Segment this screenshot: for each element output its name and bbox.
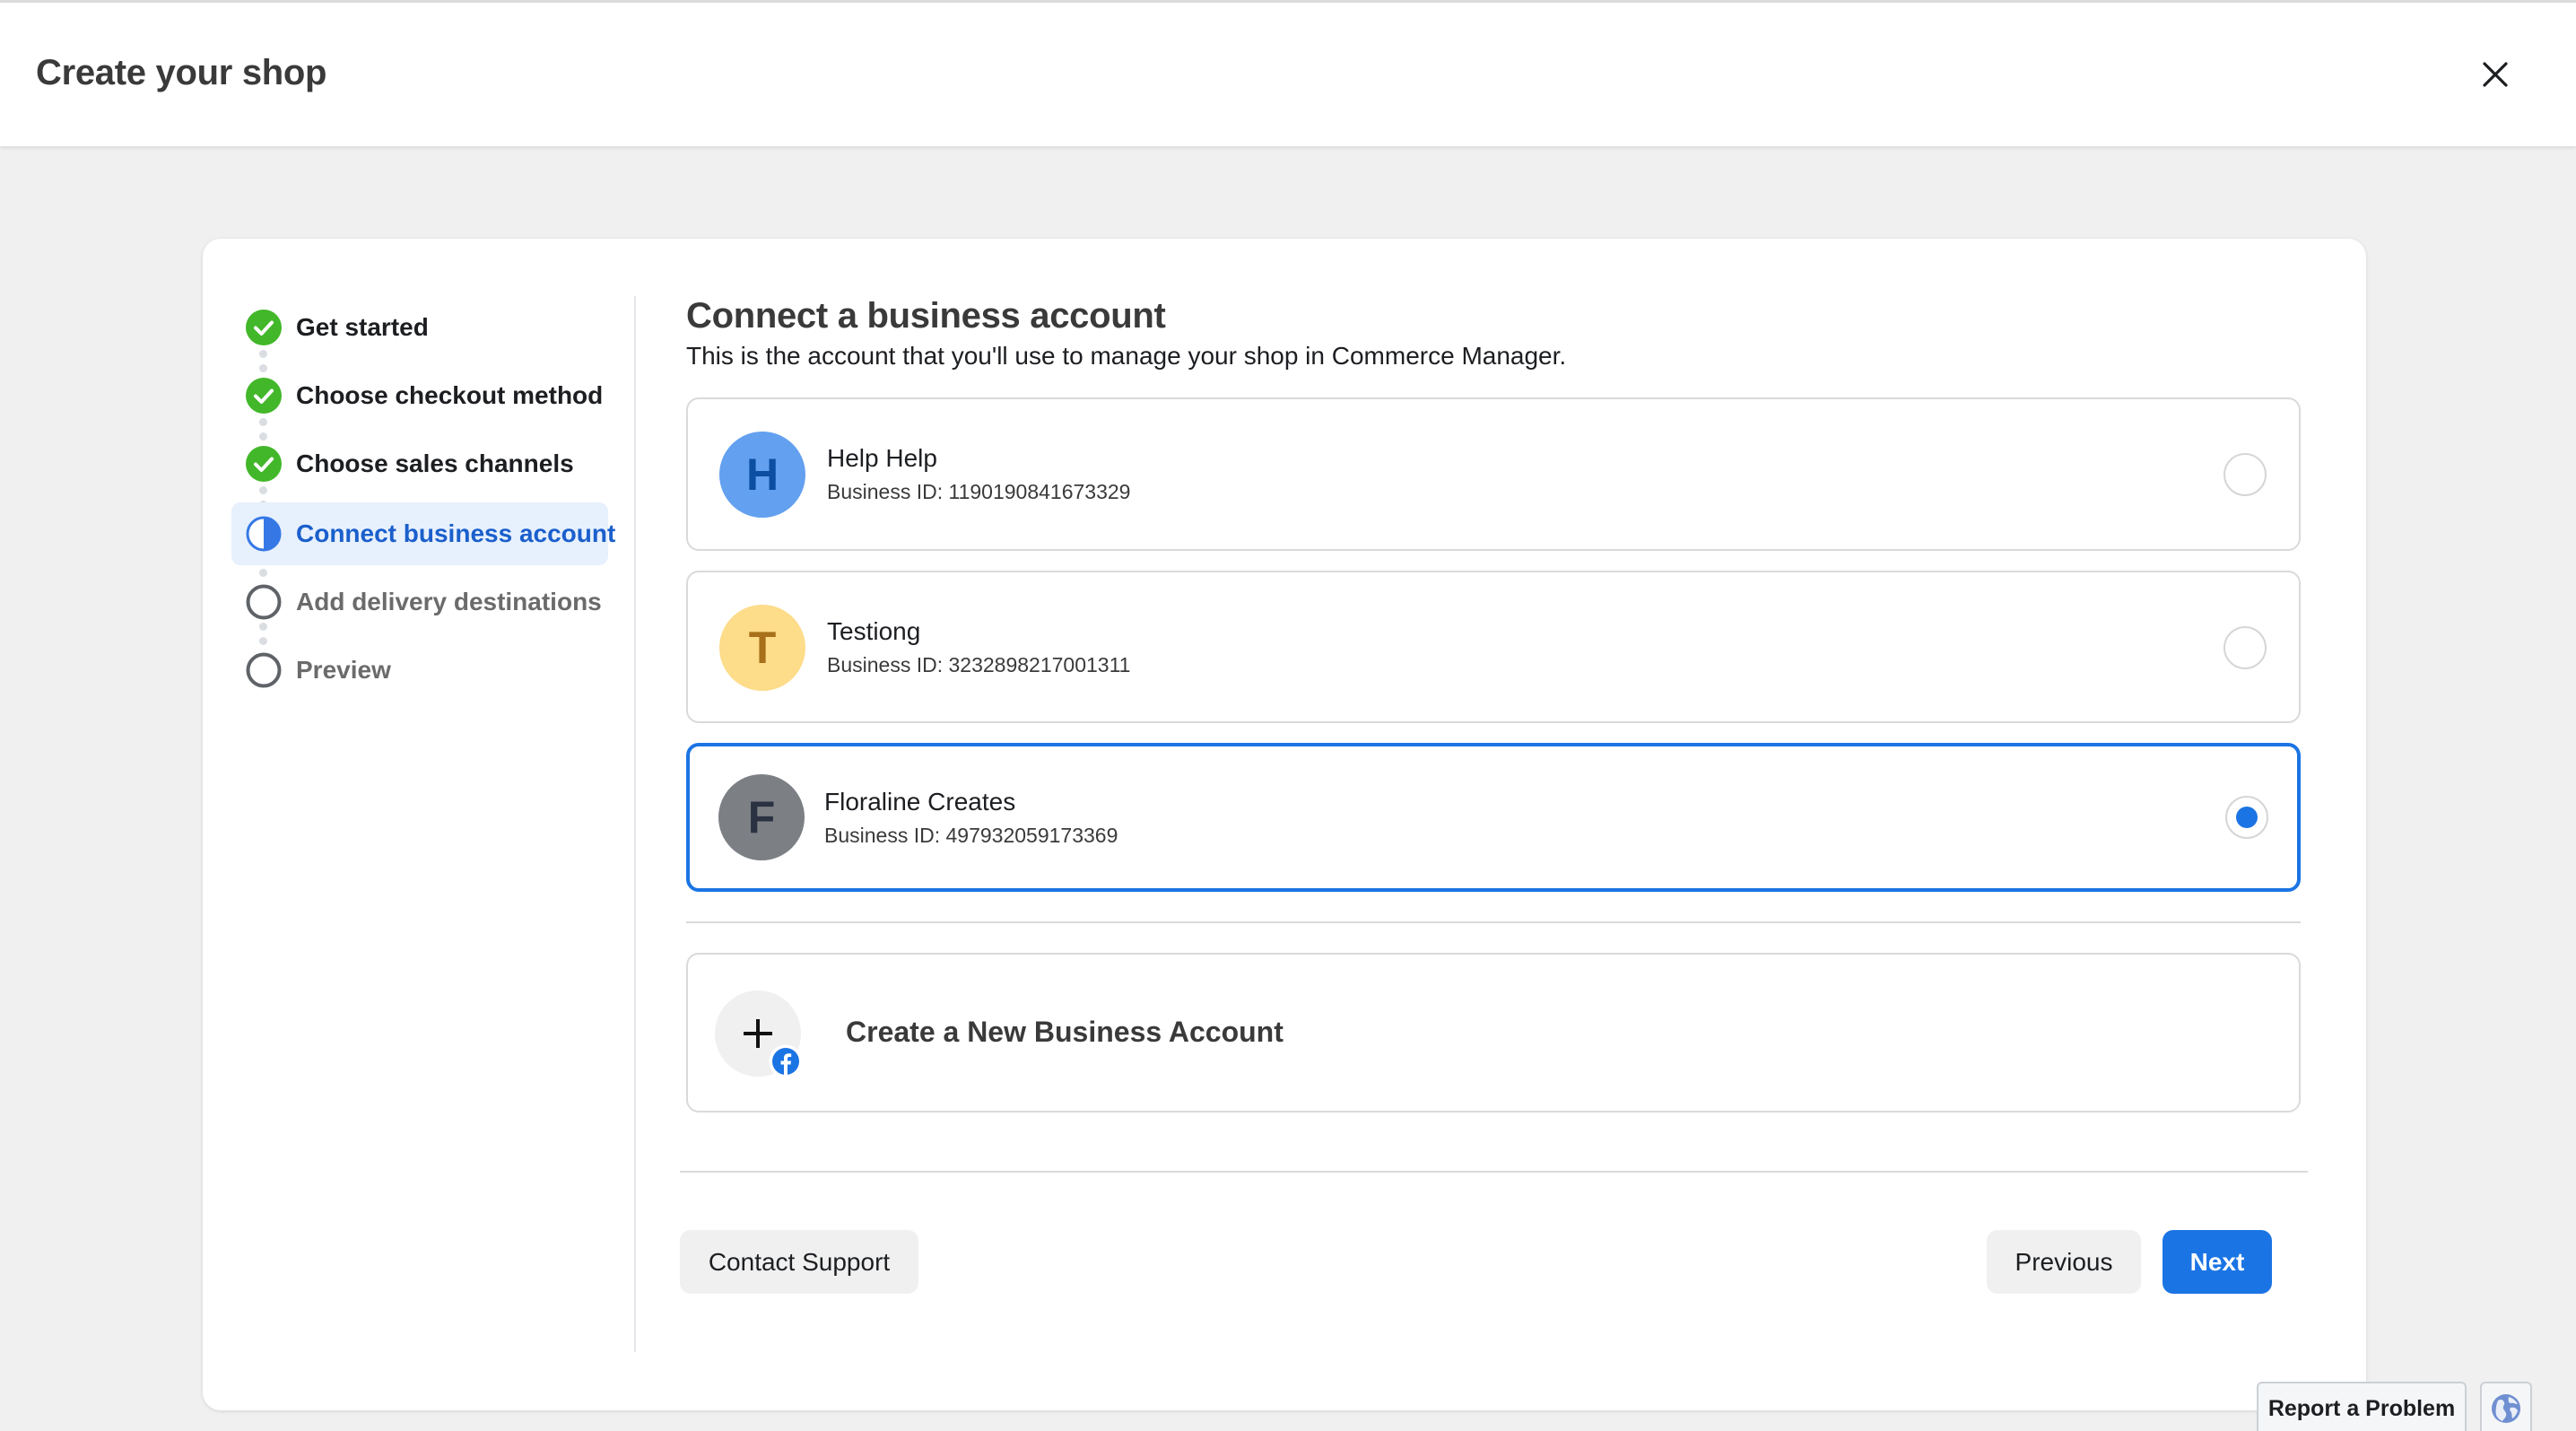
facebook-icon: [769, 1044, 803, 1078]
close-button[interactable]: [2468, 48, 2522, 101]
account-name: Help Help: [827, 444, 937, 472]
business-account-option[interactable]: H Help Help Business ID: 119019084167332…: [686, 397, 2301, 551]
dialog-header: Create your shop: [0, 3, 2576, 146]
account-name: Testiong: [827, 617, 921, 645]
section-title: Connect a business account: [686, 296, 1166, 336]
step-label: Add delivery destinations: [296, 588, 602, 615]
step-label: Preview: [296, 656, 391, 684]
radio-selected-dot: [2236, 807, 2258, 828]
horizontal-divider: [686, 921, 2301, 923]
contact-support-button[interactable]: Contact Support: [680, 1230, 918, 1294]
step-label: Get started: [296, 313, 429, 341]
half-circle-progress-icon: [246, 516, 282, 552]
create-account-icon: [715, 990, 803, 1078]
step-connect-business-account[interactable]: Connect business account: [231, 502, 615, 565]
avatar-initial: H: [745, 449, 779, 500]
step-add-delivery-destinations[interactable]: Add delivery destinations: [231, 571, 608, 633]
account-radio[interactable]: [2224, 626, 2267, 669]
next-button[interactable]: Next: [2163, 1230, 2272, 1294]
step-get-started[interactable]: Get started: [231, 296, 608, 359]
language-button[interactable]: [2480, 1382, 2532, 1431]
account-business-id: Business ID: 497932059173369: [824, 824, 1118, 847]
avatar: T: [719, 605, 805, 691]
create-new-business-account-button[interactable]: Create a New Business Account: [686, 953, 2301, 1113]
step-preview[interactable]: Preview: [231, 639, 608, 702]
previous-button[interactable]: Previous: [1987, 1230, 2141, 1294]
check-circle-icon: [246, 446, 282, 482]
page-title: Create your shop: [36, 53, 327, 92]
avatar: H: [719, 432, 805, 518]
check-circle-icon: [246, 378, 282, 414]
business-account-option[interactable]: T Testiong Business ID: 3232898217001311: [686, 571, 2301, 723]
account-radio-selected[interactable]: [2225, 796, 2268, 839]
empty-circle-icon: [246, 584, 282, 620]
business-account-option-selected[interactable]: F Floraline Creates Business ID: 4979320…: [686, 743, 2301, 892]
avatar-initial: T: [748, 623, 777, 673]
horizontal-divider: [680, 1171, 2308, 1173]
step-label: Choose checkout method: [296, 381, 604, 409]
step-label: Choose sales channels: [296, 449, 574, 477]
close-icon: [2483, 62, 2508, 87]
avatar: F: [718, 774, 805, 860]
account-radio[interactable]: [2224, 453, 2267, 496]
globe-icon: [2492, 1394, 2520, 1423]
section-subtitle: This is the account that you'll use to m…: [686, 342, 1567, 370]
report-a-problem-button[interactable]: Report a Problem: [2257, 1382, 2467, 1431]
account-name: Floraline Creates: [824, 788, 1016, 816]
vertical-divider: [634, 296, 636, 1352]
step-label: Connect business account: [296, 519, 616, 547]
account-business-id: Business ID: 3232898217001311: [827, 653, 1131, 676]
step-choose-checkout-method[interactable]: Choose checkout method: [231, 364, 608, 427]
empty-circle-icon: [246, 652, 282, 688]
create-account-label: Create a New Business Account: [846, 1016, 1284, 1048]
account-business-id: Business ID: 1190190841673329: [827, 480, 1131, 503]
step-choose-sales-channels[interactable]: Choose sales channels: [231, 432, 608, 495]
avatar-initial: F: [747, 792, 776, 842]
check-circle-icon: [246, 310, 282, 345]
